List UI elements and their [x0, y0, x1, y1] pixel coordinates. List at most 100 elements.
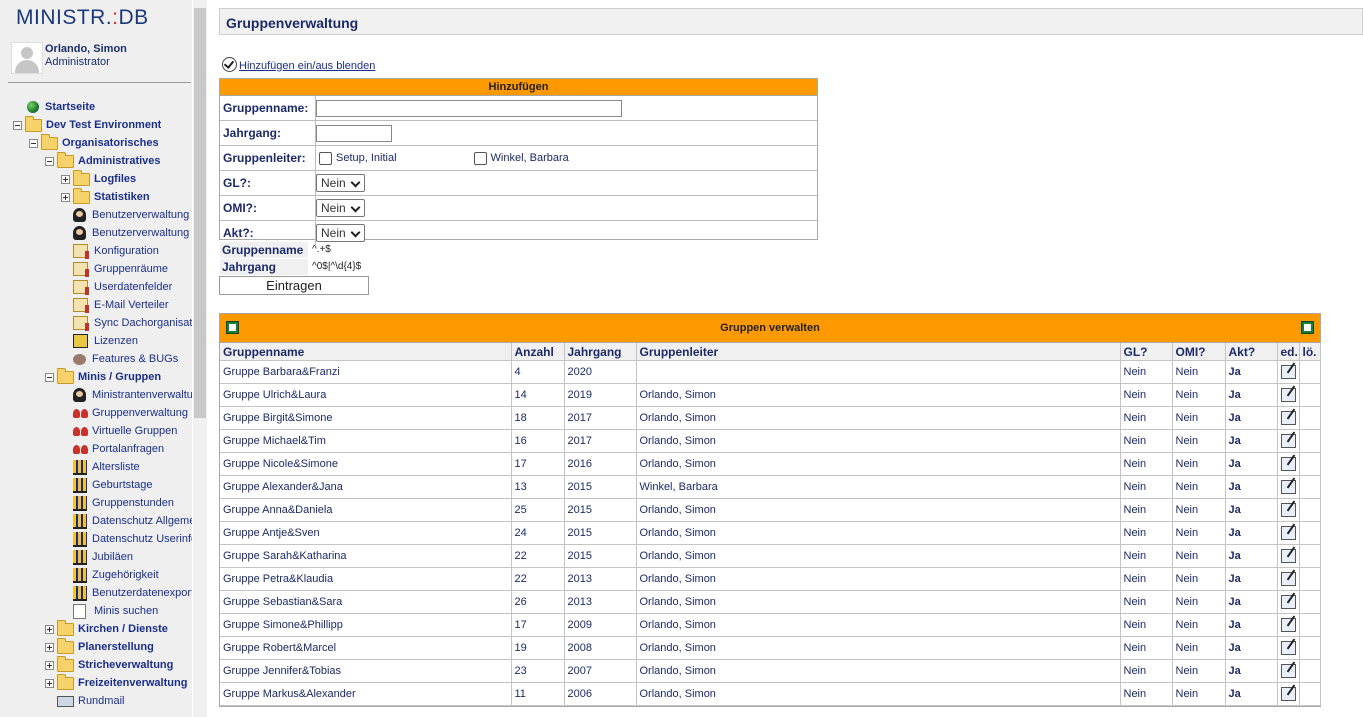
sidebar-item-rundmail[interactable]: Rundmail [45, 692, 124, 710]
akt-select[interactable]: Nein [316, 224, 365, 242]
delete-cell[interactable] [1299, 567, 1321, 591]
sidebar-item-logfiles[interactable]: Logfiles [61, 169, 136, 188]
edit-icon[interactable] [1280, 388, 1296, 402]
sidebar-item-dev-test-environment[interactable]: Dev Test Environment [13, 115, 161, 134]
sidebar-item-sync-dachorganisation[interactable]: Sync Dachorganisation [61, 314, 192, 332]
sidebar-item-freizeitenverwaltung[interactable]: Freizeitenverwaltung [45, 673, 187, 692]
column-header[interactable]: Jahrgang [564, 343, 637, 361]
sidebar-item-features-bugs[interactable]: Features & BUGs [61, 350, 178, 368]
sidebar-item-organisatorisches[interactable]: Organisatorisches [29, 133, 159, 152]
sidebar-item-administratives[interactable]: Administratives [45, 151, 161, 170]
expand-icon[interactable] [45, 678, 54, 688]
delete-cell[interactable] [1299, 544, 1321, 568]
sidebar-item-startseite[interactable]: Startseite [13, 98, 95, 116]
column-header[interactable]: ed. [1277, 343, 1300, 361]
collapse-icon[interactable] [45, 372, 54, 382]
delete-cell[interactable] [1299, 360, 1321, 384]
expand-icon[interactable] [45, 624, 54, 634]
submit-button[interactable]: Eintragen [219, 276, 369, 295]
expand-icon[interactable] [45, 660, 54, 670]
collapse-icon[interactable] [45, 156, 54, 166]
sidebar-item-datenschutz-userinfo[interactable]: Datenschutz Userinfo [61, 530, 192, 548]
edit-icon[interactable] [1280, 687, 1296, 701]
delete-cell[interactable] [1299, 383, 1321, 407]
edit-icon[interactable] [1280, 572, 1296, 586]
column-header[interactable]: Akt? [1225, 343, 1278, 361]
leader-checkbox-setup[interactable] [319, 151, 332, 165]
app-logo[interactable]: MINISTR.:DB [16, 6, 149, 30]
collapse-icon[interactable] [29, 138, 38, 148]
edit-icon[interactable] [1280, 365, 1296, 379]
table-cell: Ja [1225, 659, 1278, 683]
edit-icon[interactable] [1280, 549, 1296, 563]
column-header[interactable]: OMI? [1172, 343, 1226, 361]
column-header[interactable]: Gruppenleiter [636, 343, 1121, 361]
sidebar-item-datenschutz-allgemein[interactable]: Datenschutz Allgemein [61, 512, 192, 530]
gl-select[interactable]: Nein [316, 174, 365, 192]
toggle-add-form-link[interactable]: Hinzufügen ein/aus blenden [239, 60, 375, 72]
edit-icon[interactable] [1280, 664, 1296, 678]
excel-export-icon[interactable] [226, 321, 239, 334]
sidebar-scrollbar-thumb[interactable] [194, 8, 206, 418]
sidebar-item-geburtstage[interactable]: Geburtstage [61, 476, 153, 494]
excel-export-icon[interactable] [1301, 321, 1314, 334]
edit-icon[interactable] [1280, 595, 1296, 609]
delete-cell[interactable] [1299, 498, 1321, 522]
delete-cell[interactable] [1299, 636, 1321, 660]
sidebar-item-ministrantenverwaltung[interactable]: Ministrantenverwaltung [61, 386, 192, 404]
sidebar-item-gruppenverwaltung[interactable]: Gruppenverwaltung [61, 404, 188, 422]
gruppenname-input[interactable] [316, 99, 622, 117]
edit-icon[interactable] [1280, 618, 1296, 632]
column-header[interactable]: GL? [1120, 343, 1173, 361]
sidebar-item-altersliste[interactable]: Altersliste [61, 458, 140, 476]
sidebar-item-benutzerdatenexport[interactable]: Benutzerdatenexport [61, 584, 192, 602]
sidebar-item-planerstellung[interactable]: Planerstellung [45, 637, 154, 656]
collapse-icon[interactable] [13, 120, 22, 130]
toggle-add-form[interactable]: Hinzufügen ein/aus blenden [222, 57, 375, 72]
edit-icon[interactable] [1280, 457, 1296, 471]
sidebar-item-benutzerverwaltung[interactable]: Benutzerverwaltung [61, 224, 189, 242]
sidebar-item-gruppenstunden[interactable]: Gruppenstunden [61, 494, 174, 512]
delete-cell[interactable] [1299, 406, 1321, 430]
sidebar-item-benutzerverwaltung[interactable]: Benutzerverwaltung [61, 206, 189, 224]
sidebar-item-konfiguration[interactable]: Konfiguration [61, 242, 159, 260]
sidebar-item-minis-gruppen[interactable]: Minis / Gruppen [45, 367, 161, 386]
jahrgang-input[interactable] [316, 124, 392, 142]
edit-icon[interactable] [1280, 411, 1296, 425]
sidebar-item-jubiläen[interactable]: Jubiläen [61, 548, 133, 566]
expand-icon[interactable] [61, 174, 70, 184]
sidebar-item-portalanfragen[interactable]: Portalanfragen [61, 440, 164, 458]
delete-cell[interactable] [1299, 475, 1321, 499]
sidebar-item-virtuelle-gruppen[interactable]: Virtuelle Gruppen [61, 422, 177, 440]
column-header[interactable]: Anzahl [511, 343, 565, 361]
expand-icon[interactable] [45, 642, 54, 652]
sidebar-item-minis-suchen[interactable]: Minis suchen [61, 602, 158, 620]
table-row: Gruppe Simone&Phillipp 17 2009 Orlando, Sim… [220, 613, 1321, 637]
sidebar-item-zugehörigkeit[interactable]: Zugehörigkeit [61, 566, 159, 584]
table-row: Gruppe Markus&Alexander 11 2006 Orlando, Si… [220, 682, 1321, 706]
edit-icon[interactable] [1280, 480, 1296, 494]
sidebar-item-kirchen-dienste[interactable]: Kirchen / Dienste [45, 619, 168, 638]
sidebar-item-userdatenfelder[interactable]: Userdatenfelder [61, 278, 172, 296]
delete-cell[interactable] [1299, 613, 1321, 637]
expand-icon[interactable] [61, 192, 70, 202]
sidebar-item-lizenzen[interactable]: Lizenzen [61, 332, 138, 350]
edit-icon[interactable] [1280, 526, 1296, 540]
delete-cell[interactable] [1299, 659, 1321, 683]
delete-cell[interactable] [1299, 521, 1321, 545]
sidebar-item-stricheverwaltung[interactable]: Stricheverwaltung [45, 655, 173, 674]
edit-icon[interactable] [1280, 641, 1296, 655]
delete-cell[interactable] [1299, 590, 1321, 614]
delete-cell[interactable] [1299, 429, 1321, 453]
edit-icon[interactable] [1280, 503, 1296, 517]
sidebar-item-statistiken[interactable]: Statistiken [61, 187, 150, 206]
delete-cell[interactable] [1299, 452, 1321, 476]
sidebar-item-gruppenräume[interactable]: Gruppenräume [61, 260, 168, 278]
column-header[interactable]: Gruppenname [220, 343, 512, 361]
delete-cell[interactable] [1299, 682, 1321, 706]
column-header[interactable]: lö. [1299, 343, 1321, 361]
edit-icon[interactable] [1280, 434, 1296, 448]
leader-checkbox-winkel[interactable] [473, 151, 487, 165]
sidebar-item-e-mail-verteiler[interactable]: E-Mail Verteiler [61, 296, 169, 314]
omi-select[interactable]: Nein [316, 199, 365, 217]
